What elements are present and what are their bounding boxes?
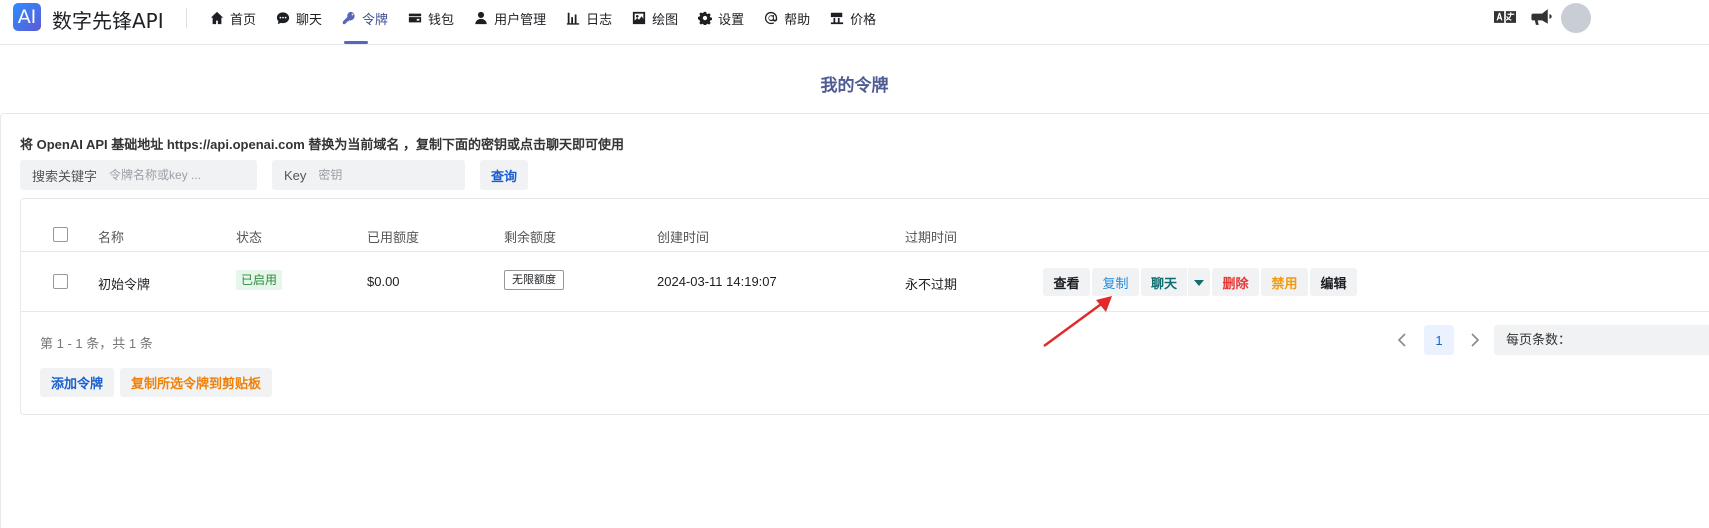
pagination-summary: 第 1 - 1 条，共 1 条 [40,336,153,351]
top-navbar: AI 数字先锋API 首页 聊天 令牌 钱包 用户管理 日志 绘图 设置 帮助 … [0,0,1709,45]
brand-name[interactable]: 数字先锋API [52,5,164,34]
table-row: 初始令牌 已启用 $0.00 无限额度 2024-03-11 14:19:07 … [20,252,1709,312]
chart-bar-icon [566,12,580,25]
nav-item-label: 帮助 [784,11,811,27]
nav-item-label: 设置 [718,11,745,27]
home-icon [210,11,224,25]
avatar[interactable] [1561,3,1591,33]
row-checkbox[interactable] [53,274,68,289]
keyword-search-input[interactable] [109,168,250,182]
wallet-icon [408,13,422,23]
chevron-left-icon [1397,333,1406,347]
used-quota-value: $0.00 [367,274,400,289]
nav-item-label: 聊天 [296,11,323,27]
column-header-name[interactable]: 名称 [98,227,124,246]
at-icon [765,11,778,25]
nav-item-chat[interactable]: 聊天 [266,0,332,36]
page-title: 我的令牌 [820,76,889,95]
add-token-button[interactable]: 添加令牌 [40,368,115,397]
token-name: 初始令牌 [98,277,151,292]
delete-button[interactable]: 删除 [1212,268,1259,296]
prev-page-button[interactable] [1387,325,1417,355]
nav-item-logs[interactable]: 日志 [556,0,622,36]
column-header-created-time[interactable]: 创建时间 [657,227,709,246]
gear-icon [698,11,713,25]
image-icon [632,11,646,25]
table-header: 名称 状态 已用额度 剩余额度 创建时间 过期时间 [20,218,1709,252]
nav-item-home[interactable]: 首页 [200,0,266,36]
page-number-1[interactable]: 1 [1424,325,1454,355]
select-all-checkbox[interactable] [53,227,68,242]
nav-menu: 首页 聊天 令牌 钱包 用户管理 日志 绘图 设置 帮助 价格 [200,0,886,45]
status-badge-label: 已启用 [236,270,283,290]
announcement-button[interactable] [1530,8,1552,26]
edit-button[interactable]: 编辑 [1310,268,1357,296]
status-badge: 已启用 [236,270,283,290]
nav-item-pricing[interactable]: 价格 [820,0,886,36]
disable-button[interactable]: 禁用 [1261,268,1308,296]
expire-time-value: 永不过期 [905,277,958,292]
price-tag-icon [831,12,844,25]
api-hint-text: 将 OpenAI API 基础地址 https://api.openai.com… [20,137,625,152]
keyword-search-field[interactable]: 搜索关键字 [20,160,257,190]
translate-icon [1494,11,1516,23]
translate-button[interactable] [1494,8,1516,26]
column-header-used-quota[interactable]: 已用额度 [367,227,419,246]
chat-icon [276,12,290,25]
key-icon [342,11,355,25]
chat-button[interactable]: 聊天 [1141,268,1187,296]
chat-dropdown-button[interactable] [1188,268,1210,296]
next-page-button[interactable] [1460,325,1490,355]
key-search-label: Key [284,167,307,183]
nav-item-tokens[interactable]: 令牌 [332,0,398,44]
column-header-status[interactable]: 状态 [236,227,262,246]
remaining-quota-label: 无限额度 [504,270,564,290]
nav-item-user-management[interactable]: 用户管理 [464,0,556,36]
query-button[interactable]: 查询 [480,160,528,190]
user-icon [475,11,487,25]
column-header-remaining-quota[interactable]: 剩余额度 [504,227,556,246]
megaphone-icon [1531,9,1552,25]
column-header-expire-time[interactable]: 过期时间 [905,227,957,246]
nav-item-help[interactable]: 帮助 [754,0,820,36]
key-search-input[interactable] [318,168,439,182]
nav-item-label: 钱包 [428,11,455,27]
nav-item-label: 日志 [586,11,613,27]
red-annotation-arrow [1043,296,1112,348]
nav-item-label: 价格 [850,11,877,27]
nav-item-label: 令牌 [362,11,389,27]
caret-down-icon [1194,279,1204,286]
nav-item-label: 首页 [230,11,257,27]
nav-item-drawing[interactable]: 绘图 [622,0,688,36]
copy-selected-tokens-button[interactable]: 复制所选令牌到剪贴板 [120,368,273,397]
keyword-search-label: 搜索关键字 [32,168,98,184]
nav-divider [186,8,187,28]
created-time-value: 2024-03-11 14:19:07 [657,274,777,289]
chevron-right-icon [1471,333,1480,347]
page-size-select[interactable]: 每页条数： [1494,325,1709,355]
key-search-field[interactable]: Key [272,160,465,190]
remaining-quota-badge: 无限额度 [504,270,564,290]
nav-item-label: 绘图 [652,11,679,27]
logo-icon[interactable]: AI [13,3,41,31]
nav-item-label: 用户管理 [494,11,547,27]
nav-item-wallet[interactable]: 钱包 [398,0,464,36]
nav-item-settings[interactable]: 设置 [688,0,754,36]
